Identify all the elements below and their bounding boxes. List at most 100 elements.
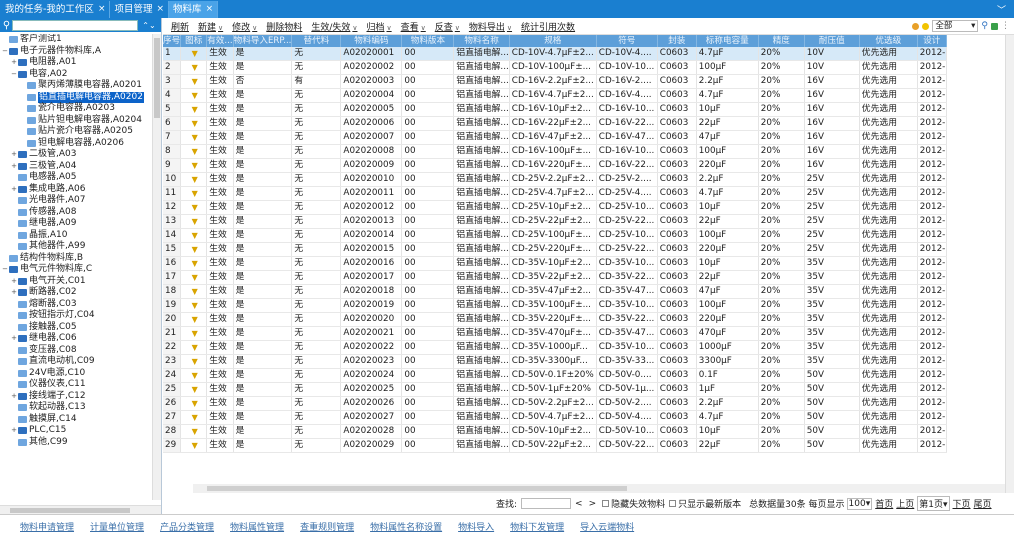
toolbar-button-8[interactable]: 反查 ∨ bbox=[435, 20, 460, 33]
column-header[interactable]: 物料编码 bbox=[340, 35, 403, 47]
bottom-link-4[interactable]: 物料属性管理 bbox=[230, 520, 284, 533]
tab-2[interactable]: 项目管理 × bbox=[110, 1, 170, 18]
excel-icon[interactable] bbox=[991, 22, 998, 30]
column-header[interactable]: 有效... bbox=[206, 35, 234, 47]
next-page-link[interactable]: 下页 bbox=[953, 497, 971, 510]
tree-node[interactable]: 变压器,C08 bbox=[0, 345, 152, 357]
collapse-expand-icon[interactable]: ⌃⌄ bbox=[138, 21, 160, 30]
tree-search-input[interactable] bbox=[12, 19, 138, 31]
tree-node[interactable]: + 集成电路,A06 bbox=[0, 184, 152, 196]
table-row[interactable]: 2 ▼ 生效是无 A02020002 00 铝直插电解... CD-10V-100μF±..… bbox=[163, 60, 947, 76]
prev-page-link[interactable]: 上页 bbox=[896, 497, 914, 510]
table-row[interactable]: 11 ▼ 生效是无 A02020011 00 铝直插电解... CD-25V-4.7μF±2… bbox=[163, 186, 947, 202]
tree-node[interactable]: + 接线端子,C12 bbox=[0, 391, 152, 403]
expand-toggle-icon[interactable]: + bbox=[10, 391, 18, 403]
table-row[interactable]: 24 ▼ 生效是无 A02020024 00 铝直插电解... CD-50V-0.1F±20… bbox=[163, 368, 947, 384]
search-icon[interactable]: ⚲ bbox=[981, 21, 988, 31]
column-header[interactable]: 耐压值 bbox=[804, 35, 860, 47]
table-row[interactable]: 1 ▼ 生效是无 A02020001 00 铝直插电解... CD-10V-4.7μF±2.… bbox=[163, 47, 947, 62]
column-header[interactable]: 设计 bbox=[917, 35, 947, 47]
toolbar-button-2[interactable]: 新建 ∨ bbox=[198, 20, 223, 33]
tree-node[interactable]: 仪器仪表,C11 bbox=[0, 379, 152, 391]
table-row[interactable]: 9 ▼ 生效是无 A02020009 00 铝直插电解... CD-16V-220μF±..… bbox=[163, 158, 947, 174]
tree-node[interactable]: 客户测试1 bbox=[0, 34, 152, 46]
page-size-select[interactable]: 100▾ bbox=[846, 497, 873, 510]
tree-horizontal-scrollbar[interactable] bbox=[0, 505, 161, 514]
toolbar-button-3[interactable]: 修改 ∨ bbox=[232, 20, 257, 33]
column-header[interactable]: 替代料 bbox=[291, 35, 342, 47]
expand-toggle-icon[interactable]: + bbox=[10, 425, 18, 437]
table-row[interactable]: 10 ▼ 生效是无 A02020010 00 铝直插电解... CD-25V-2.2μF±2… bbox=[163, 172, 947, 188]
hide-invalid-checkbox[interactable] bbox=[602, 500, 610, 507]
table-row[interactable]: 7 ▼ 生效是无 A02020007 00 铝直插电解... CD-16V-47μF±2..… bbox=[163, 130, 947, 146]
column-header[interactable]: 符号 bbox=[596, 35, 658, 47]
filter-select[interactable]: 全部 ▾ bbox=[932, 20, 979, 32]
last-page-link[interactable]: 尾页 bbox=[974, 497, 992, 510]
table-row[interactable]: 8 ▼ 生效是无 A02020008 00 铝直插电解... CD-16V-100μF±..… bbox=[163, 144, 947, 160]
tree-node[interactable]: 钽电解电容器,A0206 bbox=[0, 138, 152, 150]
table-row[interactable]: 14 ▼ 生效是无 A02020014 00 铝直插电解... CD-25V-100μF±.… bbox=[163, 228, 947, 244]
table-row[interactable]: 23 ▼ 生效是无 A02020023 00 铝直插电解... CD-35V-3300μF.… bbox=[163, 354, 947, 370]
search-icon[interactable]: ⚲ bbox=[1, 20, 12, 31]
column-header[interactable]: 序号 bbox=[163, 35, 182, 47]
table-row[interactable]: 17 ▼ 生效是无 A02020017 00 铝直插电解... CD-35V-22μF±2.… bbox=[163, 270, 947, 286]
table-row[interactable]: 13 ▼ 生效是无 A02020013 00 铝直插电解... CD-25V-22μF±2.… bbox=[163, 214, 947, 230]
table-row[interactable]: 29 ▼ 生效是无 A02020029 00 铝直插电解... CD-50V-22μF±2.… bbox=[163, 438, 947, 454]
table-row[interactable]: 22 ▼ 生效是无 A02020022 00 铝直插电解... CD-35V-1000μF.… bbox=[163, 340, 947, 356]
expand-toggle-icon[interactable]: + bbox=[10, 276, 18, 288]
column-header[interactable]: 物料版本 bbox=[401, 35, 455, 47]
tree-node[interactable]: 贴片瓷介电容器,A0205 bbox=[0, 126, 152, 138]
bottom-link-5[interactable]: 查重规则管理 bbox=[300, 520, 354, 533]
tree-node[interactable]: 软起动器,C13 bbox=[0, 402, 152, 414]
expand-toggle-icon[interactable]: + bbox=[10, 149, 18, 161]
find-next-button[interactable]: > bbox=[589, 499, 597, 509]
expand-toggle-icon[interactable]: + bbox=[10, 333, 18, 345]
table-row[interactable]: 12 ▼ 生效是无 A02020012 00 铝直插电解... CD-25V-10μF±2.… bbox=[163, 200, 947, 216]
close-icon[interactable]: × bbox=[206, 1, 214, 18]
toolbar-button-4[interactable]: 删除物料 bbox=[266, 20, 302, 33]
tree-node[interactable]: − 电容,A02 bbox=[0, 69, 152, 81]
bottom-link-1[interactable]: 物料申请管理 bbox=[20, 520, 74, 533]
table-row[interactable]: 21 ▼ 生效是无 A02020021 00 铝直插电解... CD-35V-470μF±.… bbox=[163, 326, 947, 342]
toolbar-button-1[interactable]: 刷新 bbox=[171, 20, 189, 33]
toolbar-button-9[interactable]: 物料导出 ∨ bbox=[469, 20, 512, 33]
table-row[interactable]: 26 ▼ 生效是无 A02020026 00 铝直插电解... CD-50V-2.2μF±2… bbox=[163, 396, 947, 412]
tree-node[interactable]: 瓷介电容器,A0203 bbox=[0, 103, 152, 115]
tree-node[interactable]: 其他器件,A99 bbox=[0, 241, 152, 253]
toolbar-button-7[interactable]: 查看 ∨ bbox=[401, 20, 426, 33]
tree-node[interactable]: 熔断器,C03 bbox=[0, 299, 152, 311]
tree-node[interactable]: + 继电器,C06 bbox=[0, 333, 152, 345]
table-row[interactable]: 16 ▼ 生效是无 A02020016 00 铝直插电解... CD-35V-10μF±2.… bbox=[163, 256, 947, 272]
bottom-link-7[interactable]: 物料导入 bbox=[458, 520, 494, 533]
grid-horizontal-scrollbar[interactable] bbox=[193, 484, 1005, 493]
close-icon[interactable]: × bbox=[98, 1, 106, 18]
tree-node[interactable]: + 三极管,A04 bbox=[0, 161, 152, 173]
expand-toggle-icon[interactable]: − bbox=[10, 69, 18, 81]
tree-node[interactable]: + PLC,C15 bbox=[0, 425, 152, 437]
expand-toggle-icon[interactable]: + bbox=[10, 184, 18, 196]
tree-vertical-scrollbar[interactable] bbox=[152, 34, 161, 500]
bottom-link-9[interactable]: 导入云端物料 bbox=[580, 520, 634, 533]
tree-node[interactable]: 晶振,A10 bbox=[0, 230, 152, 242]
toolbar-button-5[interactable]: 生效/失效 ∨ bbox=[311, 20, 357, 33]
table-row[interactable]: 20 ▼ 生效是无 A02020020 00 铝直插电解... CD-35V-220μF±.… bbox=[163, 312, 947, 328]
tree-node[interactable]: 其他,C99 bbox=[0, 437, 152, 449]
find-input[interactable] bbox=[521, 498, 572, 509]
tree-node[interactable]: + 电阻器,A01 bbox=[0, 57, 152, 69]
bottom-link-2[interactable]: 计量单位管理 bbox=[90, 520, 144, 533]
tree-node[interactable]: 聚丙烯薄膜电容器,A0201 bbox=[0, 80, 152, 92]
first-page-link[interactable]: 首页 bbox=[875, 497, 893, 510]
chevron-down-icon[interactable]: ﹀ bbox=[997, 3, 1006, 16]
tree-node[interactable]: 继电器,A09 bbox=[0, 218, 152, 230]
tree-node[interactable]: − 电子元器件物料库,A bbox=[0, 46, 152, 58]
expand-toggle-icon[interactable]: − bbox=[1, 264, 9, 276]
tree-node[interactable]: 触摸屏,C14 bbox=[0, 414, 152, 426]
column-header[interactable]: 精度 bbox=[758, 35, 805, 47]
column-header[interactable]: 物料导入ERP... bbox=[233, 35, 293, 47]
table-row[interactable]: 19 ▼ 生效是无 A02020019 00 铝直插电解... CD-35V-100μF±.… bbox=[163, 298, 947, 314]
tree-node[interactable]: 铝直插电解电容器,A0202 bbox=[0, 91, 152, 103]
table-row[interactable]: 6 ▼ 生效是无 A02020006 00 铝直插电解... CD-16V-22μF±2..… bbox=[163, 116, 947, 132]
tree-node[interactable]: 接触器,C05 bbox=[0, 322, 152, 334]
toolbar-button-6[interactable]: 归档 ∨ bbox=[366, 20, 391, 33]
table-row[interactable]: 15 ▼ 生效是无 A02020015 00 铝直插电解... CD-25V-220μF±.… bbox=[163, 242, 947, 258]
